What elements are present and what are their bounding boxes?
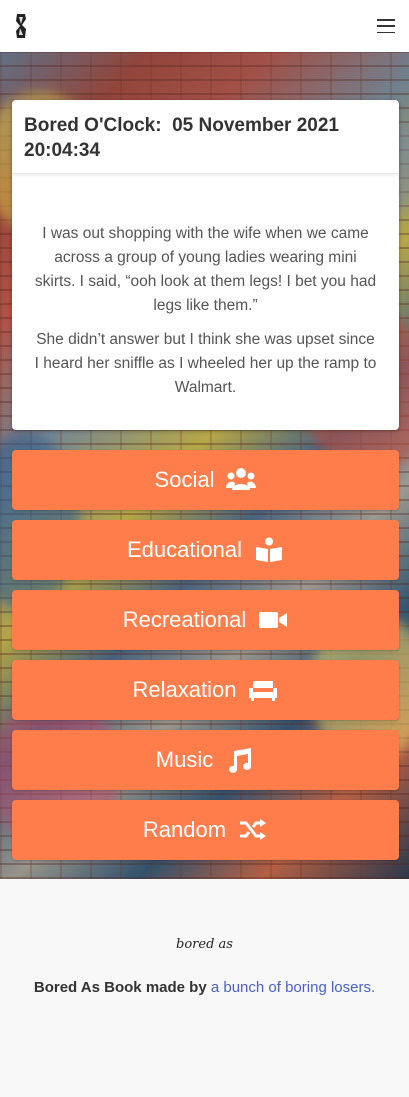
- joke-card: Bored O'Clock: 05 November 2021 20:04:34…: [12, 100, 399, 430]
- joke-paragraph: She didn’t answer but I think she was up…: [34, 331, 377, 396]
- brand-logo-icon[interactable]: [14, 13, 28, 39]
- joke-text: I was out shopping with the wife when we…: [12, 174, 399, 400]
- book-reader-icon: [255, 537, 282, 562]
- footer: bored as Bored As Book made by a bunch o…: [0, 879, 409, 1097]
- button-label: Recreational: [122, 607, 247, 632]
- card-title: Bored O'Clock: 05 November 2021 20:04:34: [24, 113, 387, 163]
- users-icon: [226, 468, 257, 490]
- footer-logo[interactable]: bored as: [0, 937, 409, 952]
- shuffle-icon: [240, 819, 267, 840]
- music-note-icon: [229, 748, 252, 773]
- button-label: Music: [155, 747, 214, 772]
- hamburger-menu-icon[interactable]: [377, 19, 395, 33]
- social-button[interactable]: Social: [12, 450, 399, 510]
- card-header: Bored O'Clock: 05 November 2021 20:04:34: [12, 100, 399, 174]
- recreational-button[interactable]: Recreational: [12, 590, 399, 650]
- credit-text: Bored As Book made by: [33, 979, 207, 996]
- educational-button[interactable]: Educational: [12, 520, 399, 580]
- button-label: Relaxation: [132, 677, 237, 702]
- relaxation-button[interactable]: Relaxation: [12, 660, 399, 720]
- button-label: Educational: [127, 537, 242, 562]
- couch-icon: [249, 681, 278, 701]
- title-time: 20:04:34: [24, 140, 101, 161]
- button-label: Social: [154, 467, 215, 492]
- video-camera-icon: [259, 612, 288, 628]
- random-button[interactable]: Random: [12, 800, 399, 860]
- button-label: Random: [142, 817, 227, 842]
- joke-paragraph: I was out shopping with the wife when we…: [34, 225, 377, 314]
- title-prefix: Bored O'Clock:: [24, 115, 162, 136]
- credit-link[interactable]: a bunch of boring losers.: [211, 979, 375, 996]
- top-navbar: [0, 0, 409, 52]
- footer-credit: Bored As Book made by a bunch of boring …: [0, 979, 409, 996]
- title-date: 05 November 2021: [172, 115, 339, 136]
- music-button[interactable]: Music: [12, 730, 399, 790]
